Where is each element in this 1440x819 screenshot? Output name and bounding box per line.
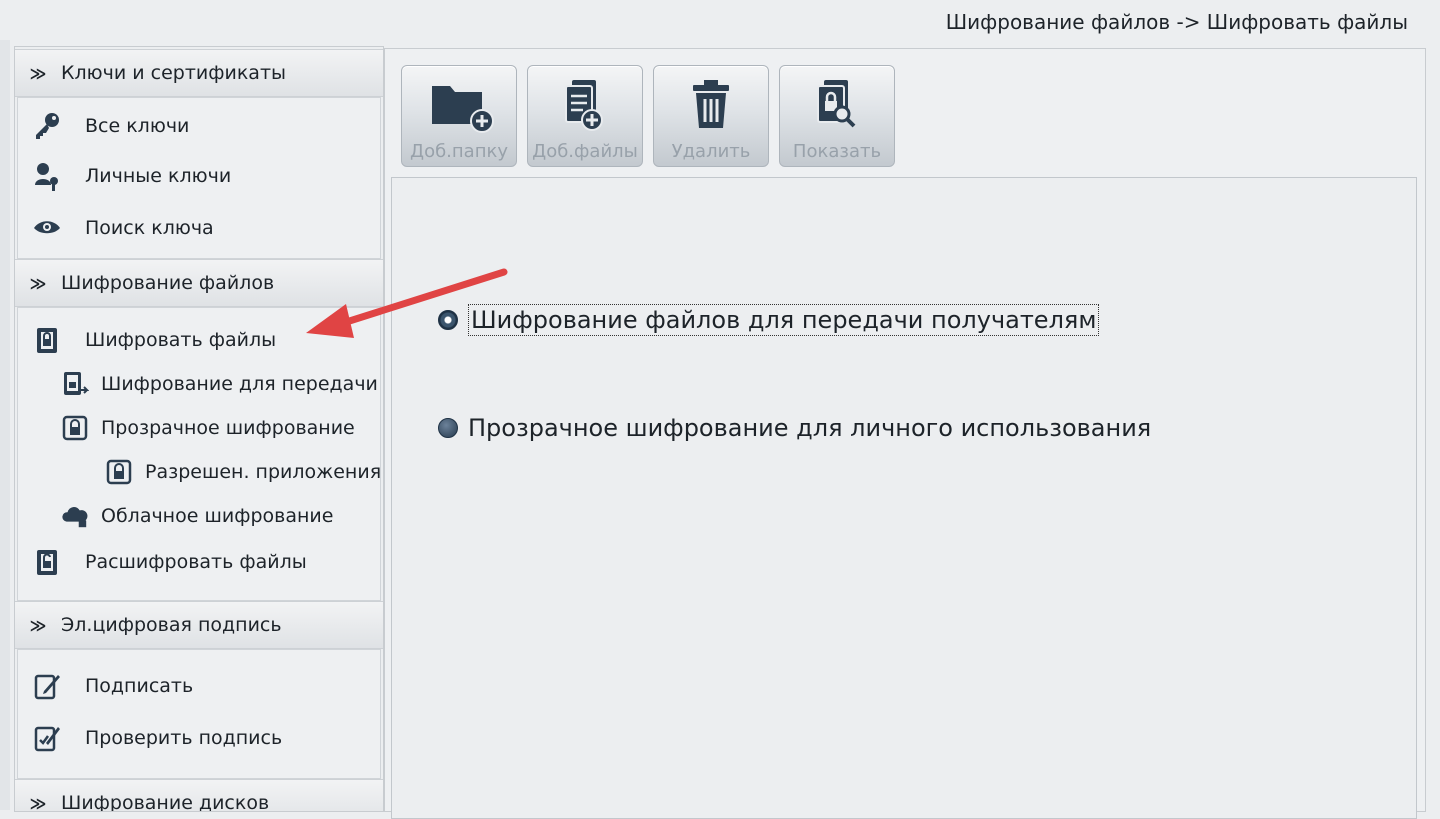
chevron-collapse-icon: ≫ [29, 63, 47, 83]
add-folder-label: Доб.папку [410, 141, 508, 162]
sidebar-item-label: Расшифровать файлы [85, 551, 307, 573]
encrypt-file-icon [31, 324, 63, 356]
key-icon [31, 110, 63, 142]
annotation-arrow-icon [306, 268, 508, 338]
chevron-collapse-icon: ≫ [29, 273, 47, 293]
sidebar: ≫ Ключи и сертификаты Все ключи Личные к… [14, 46, 384, 812]
title-bar: Шифрование файлов -> Шифровать файлы [0, 0, 1440, 46]
sidebar-item-key-search[interactable]: Поиск ключа [31, 211, 214, 245]
section-header-keys[interactable]: ≫ Ключи и сертификаты [15, 49, 383, 97]
option-label: Прозрачное шифрование для личного исполь… [468, 414, 1152, 442]
encrypt-transfer-icon [61, 368, 89, 400]
chevron-collapse-icon: ≫ [29, 615, 47, 635]
sidebar-item-transparent-encryption[interactable]: Прозрачное шифрование [61, 411, 355, 445]
sidebar-item-label: Подписать [85, 675, 194, 697]
files-add-icon [528, 74, 642, 136]
add-folder-button[interactable]: Доб.папку [401, 65, 517, 167]
add-files-button[interactable]: Доб.файлы [527, 65, 643, 167]
option-encrypt-for-recipients[interactable]: Шифрование файлов для передачи получател… [438, 304, 1100, 336]
decrypt-file-icon [31, 546, 63, 578]
sidebar-item-label: Поиск ключа [85, 217, 214, 239]
sidebar-item-cloud-encryption[interactable]: Облачное шифрование [61, 499, 333, 533]
sidebar-item-label: Шифровать файлы [85, 329, 277, 351]
verify-signature-icon [31, 722, 63, 754]
delete-button[interactable]: Удалить [653, 65, 769, 167]
sidebar-item-verify-signature[interactable]: Проверить подпись [31, 721, 282, 755]
sidebar-item-label: Разрешен. приложения [145, 461, 382, 483]
delete-label: Удалить [671, 141, 751, 162]
folder-add-icon [402, 74, 516, 136]
sidebar-item-label: Личные ключи [85, 165, 232, 187]
transparent-lock-icon [61, 412, 89, 444]
sidebar-item-label: Все ключи [85, 115, 190, 137]
radio-unselected-icon[interactable] [438, 418, 458, 438]
content-area: Шифрование файлов для передачи получател… [391, 177, 1417, 819]
section-title: Шифрование дисков [61, 792, 270, 812]
cloud-lock-icon [61, 500, 89, 532]
show-label: Показать [792, 141, 882, 162]
sidebar-item-label: Прозрачное шифрование [101, 417, 355, 439]
section-header-disk-encryption[interactable]: ≫ Шифрование дисков [15, 779, 383, 812]
show-button[interactable]: Показать [779, 65, 895, 167]
main-panel: Доб.папку Доб.файлы Удалить Показать Шиф… [384, 48, 1426, 819]
option-label: Шифрование файлов для передачи получател… [468, 304, 1100, 336]
sidebar-item-label: Шифрование для передачи [101, 373, 378, 395]
sidebar-item-all-keys[interactable]: Все ключи [31, 109, 189, 143]
sign-icon [31, 670, 63, 702]
sidebar-item-personal-keys[interactable]: Личные ключи [31, 159, 231, 193]
sidebar-item-encrypt-files[interactable]: Шифровать файлы [31, 323, 276, 357]
trash-icon [654, 74, 768, 136]
sidebar-item-encrypt-transfer[interactable]: Шифрование для передачи [61, 367, 378, 401]
sidebar-item-label: Проверить подпись [85, 727, 283, 749]
app-lock-icon [105, 456, 133, 488]
window-edge [0, 40, 10, 810]
section-title: Эл.цифровая подпись [61, 614, 282, 636]
option-transparent-personal[interactable]: Прозрачное шифрование для личного исполь… [438, 414, 1151, 442]
section-title: Шифрование файлов [61, 272, 275, 294]
add-files-label: Доб.файлы [532, 141, 638, 162]
show-lock-icon [780, 74, 894, 136]
sidebar-item-label: Облачное шифрование [101, 505, 334, 527]
sidebar-item-sign[interactable]: Подписать [31, 669, 193, 703]
sidebar-item-decrypt-files[interactable]: Расшифровать файлы [31, 545, 307, 579]
section-title: Ключи и сертификаты [61, 62, 287, 84]
eye-key-icon [31, 212, 63, 244]
sidebar-item-allowed-apps[interactable]: Разрешен. приложения [105, 455, 381, 489]
chevron-collapse-icon: ≫ [29, 793, 47, 812]
section-header-digital-signature[interactable]: ≫ Эл.цифровая подпись [15, 601, 383, 649]
breadcrumb: Шифрование файлов -> Шифровать файлы [945, 10, 1408, 34]
personal-key-icon [31, 160, 63, 192]
